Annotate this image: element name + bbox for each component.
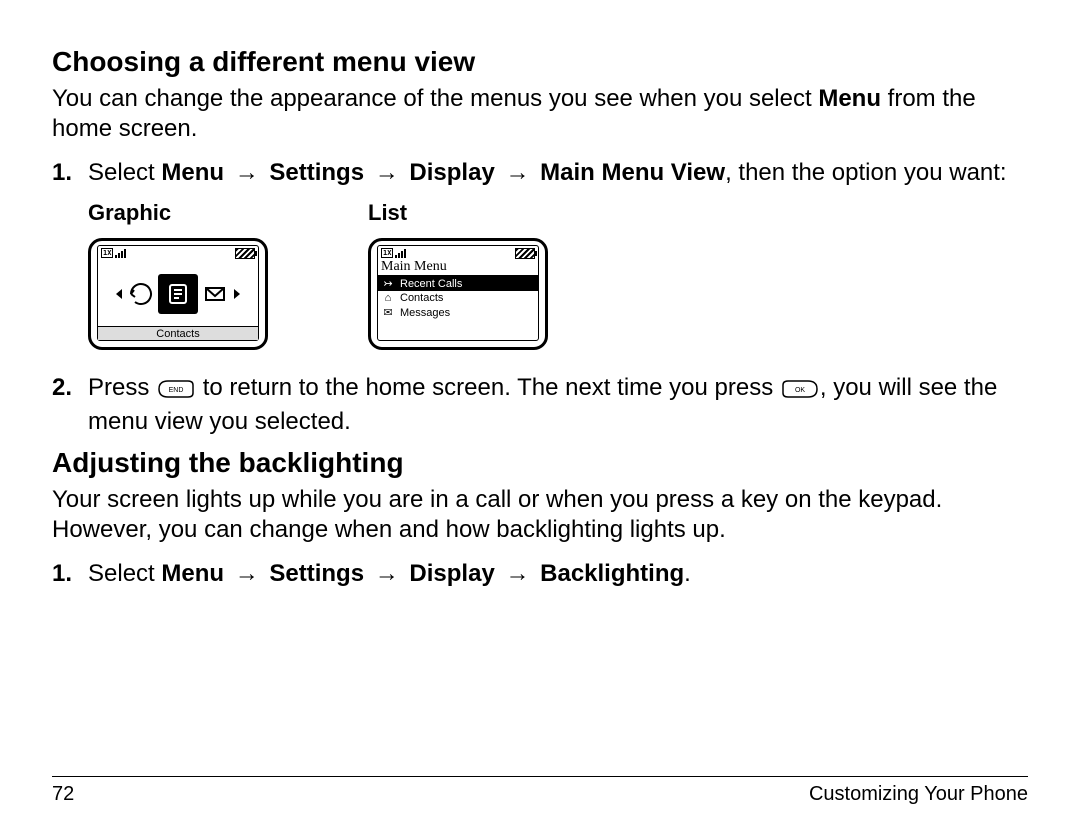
step-number: 1. [52, 158, 88, 188]
step-item: 1. Select Menu → Settings → Display → Ba… [52, 559, 1028, 589]
list-item: ↣ Recent Calls [378, 276, 538, 291]
steps-menu-view-2: 2. Press END to return to the home scree… [52, 373, 1028, 437]
network-icon: 1X [381, 248, 393, 258]
section-heading-menu-view: Choosing a different menu view [52, 46, 1028, 78]
arrow-icon: → [371, 158, 403, 188]
svg-text:OK: OK [795, 387, 805, 394]
text: . [684, 560, 691, 587]
contacts-icon [158, 274, 198, 314]
text: Select [88, 560, 161, 587]
page: Choosing a different menu view You can c… [0, 0, 1080, 834]
text: to return to the home screen. The next t… [203, 374, 780, 401]
chapter-title: Customizing Your Phone [809, 783, 1028, 806]
arrow-icon: → [231, 559, 263, 589]
arrow-icon: → [501, 559, 533, 589]
list-item: ⌂ Contacts [378, 291, 538, 305]
option-graphic: Graphic 1X [88, 200, 268, 355]
page-footer: 72 Customizing Your Phone [52, 776, 1028, 806]
menu-view-options: Graphic 1X [88, 200, 1028, 355]
softkey-label: Contacts [98, 326, 258, 340]
battery-icon [515, 248, 535, 259]
ok-key-icon: OK [782, 377, 818, 407]
list-item-label: Recent Calls [400, 278, 462, 290]
section-heading-backlight: Adjusting the backlighting [52, 447, 1028, 479]
arrow-icon: → [371, 559, 403, 589]
messages-icon [198, 276, 232, 312]
step-item: 1. Select Menu → Settings → Display → Ma… [52, 158, 1028, 188]
battery-icon [235, 248, 255, 259]
svg-text:END: END [169, 387, 184, 394]
option-list: List 1X Main Menu ↣ [368, 200, 548, 355]
list-item-icon: ↣ [382, 277, 394, 290]
text: Press [88, 374, 156, 401]
list-item: ✉ Messages [378, 305, 538, 320]
left-arrow-icon [114, 289, 124, 299]
phone-screen-graphic: 1X [88, 238, 268, 350]
arrow-icon: → [231, 158, 263, 188]
right-arrow-icon [232, 289, 242, 299]
step-number: 1. [52, 559, 88, 589]
arrow-icon: → [501, 158, 533, 188]
end-key-icon: END [158, 377, 194, 407]
text: You can change the appearance of the men… [52, 85, 818, 112]
list-item-label: Contacts [400, 292, 443, 304]
steps-menu-view: 1. Select Menu → Settings → Display → Ma… [52, 158, 1028, 188]
list-item-icon: ✉ [382, 306, 394, 319]
page-number: 72 [52, 783, 74, 806]
list-item-icon: ⌂ [382, 292, 394, 304]
option-label: Graphic [88, 200, 268, 226]
text-bold-menu: Menu [818, 85, 881, 112]
text: , then the option you want: [725, 159, 1007, 186]
status-bar: 1X [98, 246, 258, 259]
status-bar: 1X [378, 246, 538, 259]
nav-path: Menu → Settings → Display → Main Menu Vi… [161, 159, 725, 186]
phone-screen-list: 1X Main Menu ↣ Recent Calls ⌂ [368, 238, 548, 350]
paragraph-menu-intro: You can change the appearance of the men… [52, 84, 1028, 144]
option-label: List [368, 200, 548, 226]
step-number: 2. [52, 373, 88, 437]
nav-path: Menu → Settings → Display → Backlighting [161, 560, 684, 587]
paragraph-backlight-intro: Your screen lights up while you are in a… [52, 485, 1028, 545]
recent-calls-icon [124, 276, 158, 312]
signal-icon [115, 249, 126, 258]
list-item-label: Messages [400, 307, 450, 319]
step-text: Select Menu → Settings → Display → Backl… [88, 559, 1028, 589]
signal-icon [395, 249, 406, 258]
graphic-menu-icons [98, 259, 258, 326]
steps-backlight: 1. Select Menu → Settings → Display → Ba… [52, 559, 1028, 589]
list-title: Main Menu [378, 259, 538, 276]
step-text: Select Menu → Settings → Display → Main … [88, 158, 1028, 188]
text: Select [88, 159, 161, 186]
step-item: 2. Press END to return to the home scree… [52, 373, 1028, 437]
network-icon: 1X [101, 248, 113, 258]
step-text: Press END to return to the home screen. … [88, 373, 1028, 437]
